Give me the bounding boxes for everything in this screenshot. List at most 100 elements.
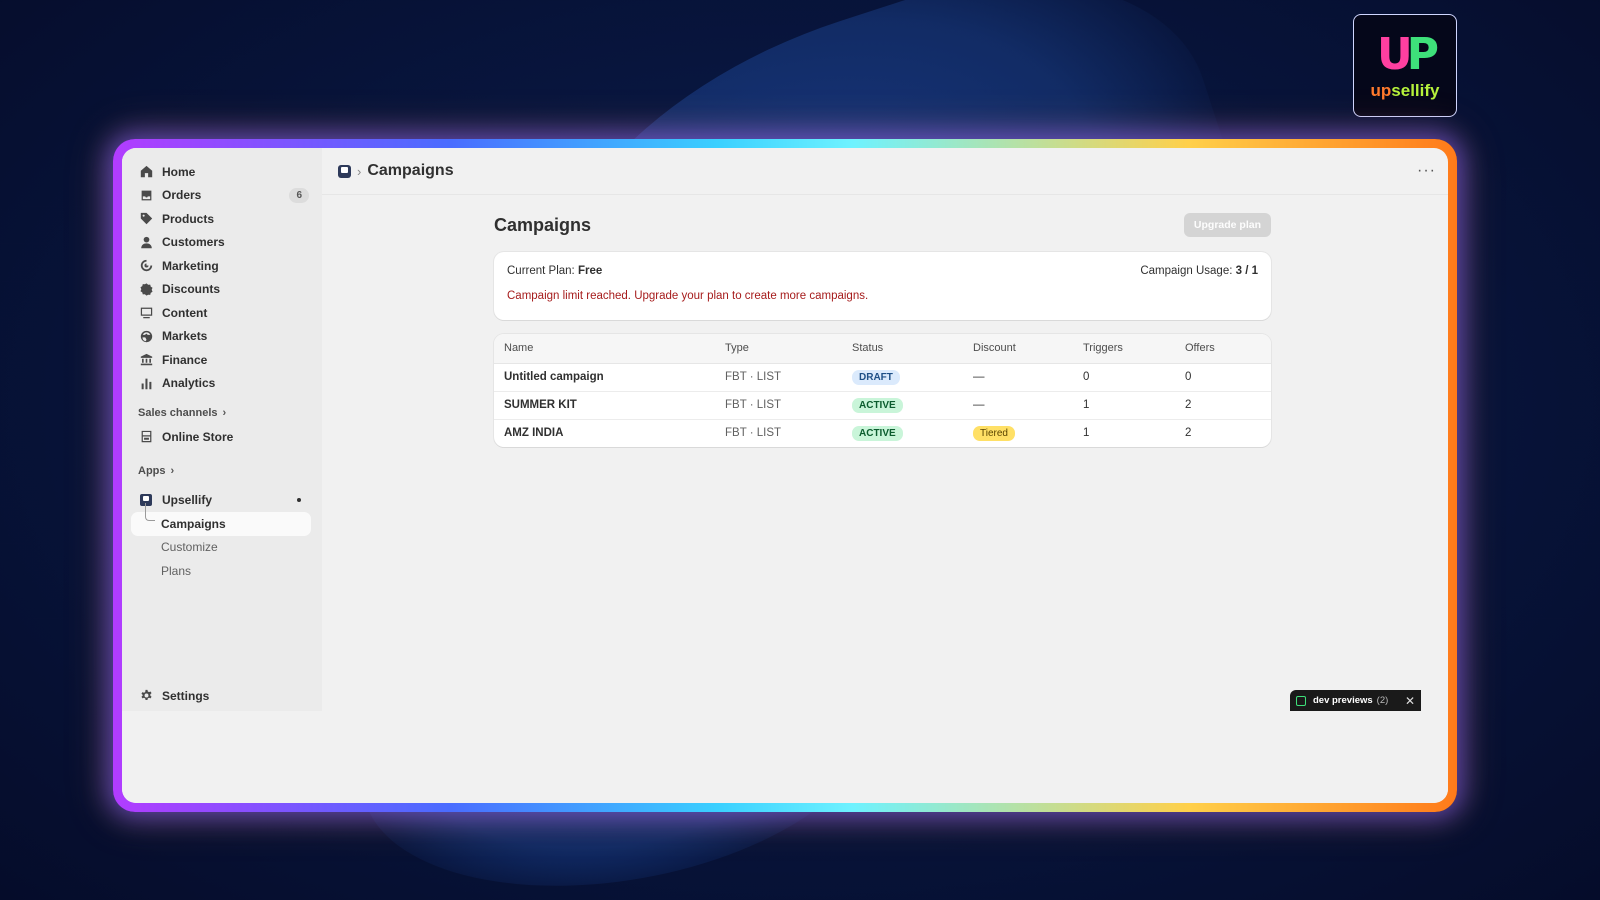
campaign-status-cell: DRAFT bbox=[842, 363, 963, 392]
campaign-offers: 0 bbox=[1175, 363, 1271, 392]
bottom-area bbox=[122, 711, 1448, 803]
tree-connector bbox=[145, 503, 155, 521]
status-badge: ACTIVE bbox=[852, 397, 903, 413]
sidebar-item-finance[interactable]: Finance bbox=[131, 348, 311, 372]
sidebar-item-label: Home bbox=[162, 164, 196, 179]
window-frame: Home Orders 6 Products Customers Marketi… bbox=[113, 139, 1457, 812]
sidebar-item-settings[interactable]: Settings bbox=[131, 684, 311, 708]
column-header-type[interactable]: Type bbox=[715, 334, 842, 364]
upsellify-app-icon[interactable] bbox=[338, 164, 351, 178]
limit-warning: Campaign limit reached. Upgrade your pla… bbox=[507, 290, 869, 302]
sidebar-item-analytics[interactable]: Analytics bbox=[131, 372, 311, 396]
dev-previews-bar[interactable]: dev previews (2) ✕ bbox=[1290, 690, 1421, 711]
page-heading: Campaigns bbox=[494, 214, 592, 235]
home-icon bbox=[139, 165, 153, 179]
sidebar-item-label: Marketing bbox=[162, 258, 219, 273]
inbox-icon bbox=[139, 188, 153, 202]
sidebar-item-home[interactable]: Home bbox=[131, 160, 311, 184]
campaign-name[interactable]: SUMMER KIT bbox=[494, 391, 715, 420]
chevron-right-icon: › bbox=[222, 407, 227, 419]
sidebar-item-label: Upsellify bbox=[162, 493, 213, 508]
sidebar-item-discounts[interactable]: Discounts bbox=[131, 278, 311, 302]
sidebar-item-label: Markets bbox=[162, 329, 208, 344]
tag-icon bbox=[139, 212, 153, 226]
apps-header[interactable]: Apps › bbox=[138, 465, 322, 477]
page-header: Campaigns Upgrade plan bbox=[494, 208, 1271, 242]
campaign-triggers: 1 bbox=[1073, 391, 1175, 420]
orders-count-badge: 6 bbox=[289, 187, 309, 203]
sidebar: Home Orders 6 Products Customers Marketi… bbox=[122, 148, 322, 711]
sidebar-item-label: Content bbox=[162, 305, 208, 320]
discount-badge: Tiered bbox=[973, 425, 1015, 441]
topbar: › Campaigns ··· bbox=[322, 148, 1448, 195]
campaign-status-cell: ACTIVE bbox=[842, 391, 963, 420]
sidebar-item-label: Customers bbox=[162, 235, 225, 250]
campaign-type: FBT · LIST bbox=[725, 427, 782, 440]
breadcrumb-separator: › bbox=[357, 163, 362, 179]
sales-channels-header[interactable]: Sales channels › bbox=[138, 407, 322, 419]
sidebar-item-online-store[interactable]: Online Store bbox=[131, 425, 311, 449]
settings-section: Settings bbox=[122, 684, 322, 708]
more-actions-icon[interactable]: ··· bbox=[1417, 162, 1436, 180]
column-header-name[interactable]: Name bbox=[494, 334, 715, 364]
target-icon bbox=[139, 259, 153, 273]
gear-icon bbox=[139, 689, 153, 703]
page-title: Campaigns bbox=[367, 162, 454, 179]
dev-previews-label: dev previews bbox=[1313, 695, 1373, 706]
campaign-discount: — bbox=[963, 363, 1073, 392]
bar-chart-icon bbox=[139, 376, 153, 390]
sidebar-subitem-plans[interactable]: Plans bbox=[131, 559, 311, 583]
sidebar-subitem-campaigns[interactable]: Campaigns bbox=[131, 503, 311, 536]
campaign-name[interactable]: AMZ INDIA bbox=[494, 419, 715, 447]
campaign-triggers: 1 bbox=[1083, 427, 1090, 440]
sidebar-item-markets[interactable]: Markets bbox=[131, 325, 311, 349]
plan-card: Current Plan: Free Campaign Usage: 3 / 1… bbox=[494, 252, 1271, 320]
globe-icon bbox=[139, 329, 153, 343]
upgrade-plan-button[interactable]: Upgrade plan bbox=[1183, 213, 1271, 237]
logo-text: upsellify bbox=[1370, 80, 1440, 100]
status-badge: ACTIVE bbox=[852, 425, 903, 441]
sidebar-item-label: Online Store bbox=[162, 429, 234, 444]
discount-icon bbox=[139, 282, 153, 296]
sidebar-item-orders[interactable]: Orders 6 bbox=[131, 184, 311, 208]
content-icon bbox=[139, 306, 153, 320]
sidebar-item-label: Settings bbox=[162, 688, 210, 703]
person-icon bbox=[139, 235, 153, 249]
column-header-discount[interactable]: Discount bbox=[963, 334, 1073, 364]
table-row[interactable]: SUMMER KIT FBT · LIST ACTIVE — 1 2 bbox=[494, 391, 1271, 420]
bank-icon bbox=[139, 353, 153, 367]
sidebar-item-label: Orders bbox=[162, 188, 202, 203]
dev-previews-count: (2) bbox=[1376, 695, 1389, 706]
campaign-discount-cell: Tiered bbox=[963, 419, 1073, 447]
table-row[interactable]: AMZ INDIA FBT · LIST ACTIVE Tiered 1 2 bbox=[494, 419, 1271, 447]
campaign-name[interactable]: Untitled campaign bbox=[494, 363, 715, 392]
sidebar-item-marketing[interactable]: Marketing bbox=[131, 254, 311, 278]
sidebar-item-upsellify[interactable]: Upsellify bbox=[131, 489, 311, 513]
pin-dot-icon bbox=[297, 498, 301, 503]
campaigns-table: Name Type Status Discount Triggers Offer… bbox=[494, 334, 1271, 447]
chevron-right-icon: › bbox=[170, 464, 175, 477]
campaign-status-cell: ACTIVE bbox=[842, 419, 963, 447]
close-icon[interactable]: ✕ bbox=[1405, 694, 1415, 708]
column-header-triggers[interactable]: Triggers bbox=[1073, 334, 1175, 364]
campaign-discount: — bbox=[963, 391, 1073, 420]
status-badge: DRAFT bbox=[852, 369, 900, 385]
upsellify-logo: UP upsellify bbox=[1353, 14, 1457, 117]
main-content: Campaigns Upgrade plan Current Plan: Fre… bbox=[494, 208, 1271, 447]
sidebar-item-customers[interactable]: Customers bbox=[131, 231, 311, 255]
sidebar-item-products[interactable]: Products bbox=[131, 207, 311, 231]
sidebar-item-content[interactable]: Content bbox=[131, 301, 311, 325]
campaign-type: FBT · LIST bbox=[715, 391, 842, 420]
campaign-type: FBT · LIST bbox=[715, 363, 842, 392]
column-header-offers[interactable]: Offers bbox=[1175, 334, 1271, 364]
campaign-offers: 2 bbox=[1175, 391, 1271, 420]
app-window: Home Orders 6 Products Customers Marketi… bbox=[122, 148, 1448, 803]
sidebar-subitem-customize[interactable]: Customize bbox=[131, 536, 311, 560]
table-row[interactable]: Untitled campaign FBT · LIST DRAFT — 0 0 bbox=[494, 363, 1271, 392]
store-icon bbox=[139, 430, 153, 444]
campaign-triggers: 0 bbox=[1073, 363, 1175, 392]
sidebar-item-label: Products bbox=[162, 211, 215, 226]
campaign-offers: 2 bbox=[1185, 427, 1192, 440]
table-header-row: Name Type Status Discount Triggers Offer… bbox=[494, 334, 1271, 364]
column-header-status[interactable]: Status bbox=[842, 334, 963, 364]
